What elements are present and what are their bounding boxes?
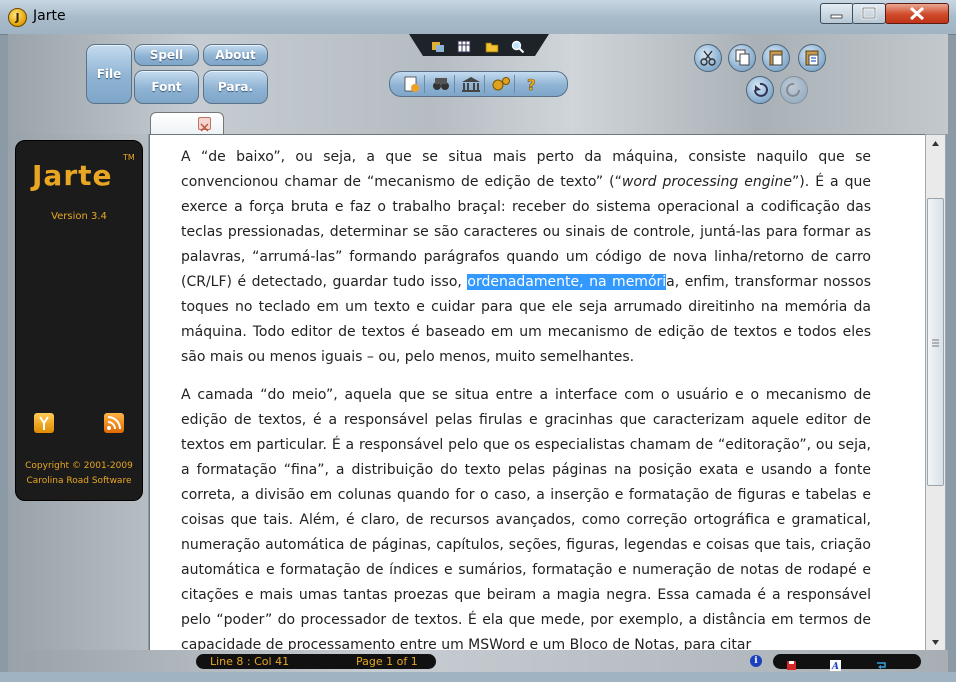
save-icon[interactable]	[786, 656, 797, 670]
undo-icon	[754, 82, 768, 97]
left-side-panel: Jarte TM Version 3.4 Copyright © 2001-20…	[8, 134, 148, 650]
minimize-icon	[830, 14, 843, 19]
text-run: ”). É a que exerce a força bruta e faz o…	[181, 174, 871, 290]
window-bottom-edge	[0, 672, 956, 682]
italic-text-run: word processing engine	[621, 174, 793, 190]
jarte-info-box: Jarte TM Version 3.4 Copyright © 2001-20…	[15, 140, 143, 501]
cut-button[interactable]	[694, 44, 722, 72]
jarte-logo: Jarte	[32, 159, 113, 192]
maximize-icon	[861, 6, 877, 20]
window-title: Jarte	[33, 8, 66, 24]
document-tab[interactable]	[150, 112, 224, 135]
status-bar: Line 8 : Col 41 Page 1 of 1 i A	[8, 650, 948, 672]
page-indicator: Page 1 of 1	[356, 655, 418, 668]
paragraph-2: A camada “do meio”, aquela que se situa …	[181, 387, 871, 652]
insert-table-icon[interactable]	[457, 38, 471, 53]
font-button[interactable]: Font	[134, 70, 199, 104]
jarte-app-icon[interactable]: J	[8, 8, 27, 27]
close-button[interactable]	[885, 3, 949, 24]
about-button[interactable]: About	[203, 44, 268, 66]
close-tab-icon[interactable]	[198, 117, 211, 132]
paste-special-button[interactable]	[798, 44, 826, 72]
spell-button[interactable]: Spell	[134, 44, 199, 66]
maximize-button[interactable]	[852, 3, 886, 24]
scroll-down-arrow[interactable]	[926, 634, 945, 651]
word-wrap-icon[interactable]	[876, 656, 887, 669]
company-line: Carolina Road Software	[26, 476, 132, 486]
redo-button[interactable]	[780, 76, 808, 104]
quick-toolbar-strip	[409, 34, 549, 56]
copyright-text: Copyright © 2001-2009 Carolina Road Soft…	[16, 459, 142, 489]
help-icon[interactable]: ?	[518, 75, 544, 95]
line-col-indicator: Line 8 : Col 41	[210, 655, 290, 668]
version-label: Version 3.4	[51, 211, 107, 222]
document-tools-bar: ?	[389, 71, 568, 97]
scrollbar-thumb[interactable]	[927, 198, 944, 486]
paste-special-icon	[805, 50, 819, 66]
copyright-line: Copyright © 2001-2009	[25, 461, 133, 471]
document-editor[interactable]: A “de baixo”, ou seja, a que se situa ma…	[149, 134, 926, 652]
scroll-up-arrow[interactable]	[926, 135, 945, 152]
trademark-mark: TM	[123, 153, 135, 162]
position-status: Line 8 : Col 41 Page 1 of 1	[196, 654, 436, 669]
new-document-icon[interactable]	[398, 75, 425, 93]
file-button[interactable]: File	[86, 44, 132, 104]
paste-button[interactable]	[762, 44, 790, 72]
tools-icon[interactable]	[34, 413, 54, 433]
undo-button[interactable]	[746, 76, 774, 104]
svg-text:?: ?	[527, 76, 536, 93]
close-icon	[909, 6, 925, 21]
para-button[interactable]: Para.	[203, 70, 268, 104]
format-text-icon[interactable]: A	[830, 656, 841, 672]
svg-text:A: A	[831, 662, 839, 671]
paragraph-1: A “de baixo”, ou seja, a que se situa ma…	[181, 145, 871, 370]
info-icon[interactable]: i	[750, 655, 762, 667]
status-icons-bar: A	[773, 654, 921, 672]
find-icon[interactable]	[511, 38, 525, 54]
copy-icon	[735, 49, 750, 66]
title-bar: J Jarte	[0, 0, 956, 35]
rss-feed-icon[interactable]	[104, 413, 124, 433]
toolbar: File Spell About Font Para. ?	[8, 34, 948, 134]
bank-icon[interactable]	[458, 75, 485, 93]
redo-icon	[786, 82, 800, 97]
open-folder-icon[interactable]	[485, 38, 499, 53]
binoculars-icon[interactable]	[428, 75, 455, 93]
insert-picture-icon[interactable]	[431, 38, 445, 52]
settings-gears-icon[interactable]	[488, 75, 515, 93]
vertical-scrollbar[interactable]	[925, 134, 946, 652]
copy-button[interactable]	[728, 44, 756, 72]
document-text[interactable]: A “de baixo”, ou seja, a que se situa ma…	[164, 145, 871, 651]
selected-text: ordenadamente, na memóri	[467, 274, 667, 290]
minimize-button[interactable]	[820, 3, 854, 24]
paste-icon	[769, 50, 783, 66]
scissors-icon	[700, 50, 716, 66]
